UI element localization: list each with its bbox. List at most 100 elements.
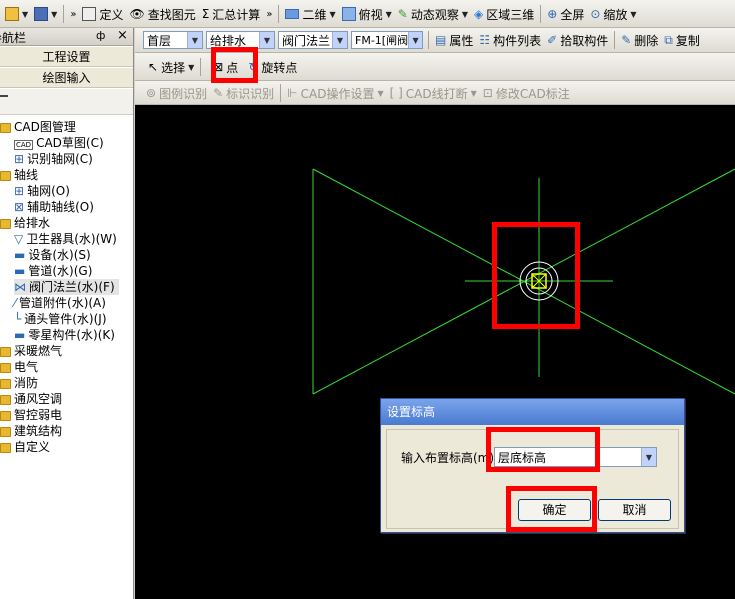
nav-title: 导航栏: [0, 31, 27, 45]
close-icon[interactable]: ×: [117, 28, 128, 43]
point-icon: ⊠: [213, 60, 224, 74]
tree-leaf-cad-sketch[interactable]: CAD CAD草图(C): [14, 135, 104, 151]
nav-header: 导航栏 ф ×: [0, 28, 133, 46]
list-icon: ☷: [479, 33, 491, 47]
tree-leaf-fitting[interactable]: └ 通头管件(水)(J): [14, 311, 107, 327]
tree-toolbar: [0, 89, 133, 115]
mark-icon: ✎: [213, 86, 224, 100]
tree-node-ventilation[interactable]: 通风空调: [0, 391, 62, 407]
tree-node-custom[interactable]: 自定义: [0, 439, 50, 455]
grid-icon: ⊞: [14, 184, 25, 198]
component-type-select[interactable]: 阀门法兰 ▼: [278, 31, 348, 49]
legend-icon: ⊚: [146, 86, 157, 100]
tree-node-axis[interactable]: 轴线: [0, 167, 38, 183]
folder-icon: [0, 394, 11, 405]
cube-icon: [341, 7, 356, 21]
component-select[interactable]: FM-1[闸阀 ▼: [351, 31, 423, 49]
valve-symbol: [519, 261, 559, 301]
project-settings-button[interactable]: 工程设置: [0, 47, 133, 67]
save-button[interactable]: ▼: [31, 3, 60, 25]
dynamic-orbit-dropdown[interactable]: ✎ 动态观察 ▼: [395, 3, 471, 25]
delete-button[interactable]: ✎ 删除: [618, 29, 661, 51]
tree-node-fire[interactable]: 消防: [0, 375, 38, 391]
select-dropdown[interactable]: ↖ 选择 ▼: [145, 56, 197, 78]
rotate-point-button[interactable]: ↻ 旋转点: [245, 56, 300, 78]
floor-select[interactable]: 首层 ▼: [143, 31, 203, 49]
view-2d-icon: [285, 9, 300, 19]
tree-leaf-pipe[interactable]: ▬ 管道(水)(G): [14, 263, 92, 279]
tree-expand-icon[interactable]: [0, 95, 8, 97]
folder-icon: [0, 346, 11, 357]
chevron-down-icon: ▼: [187, 32, 202, 48]
magnifier-icon: ⊙: [590, 7, 601, 21]
modify-cad-mark-button[interactable]: ⊡ 修改CAD标注: [480, 82, 573, 104]
accessory-icon: ⁄: [14, 296, 17, 310]
component-list-button[interactable]: ☷ 构件列表: [476, 29, 544, 51]
pick-component-button[interactable]: ✐ 拾取构件: [544, 29, 611, 51]
region-3d-icon: ◈: [474, 7, 484, 21]
cad-break-dropdown[interactable]: [ ] CAD线打断 ▼: [387, 82, 480, 104]
cad-ops-dropdown[interactable]: ⊩ CAD操作设置 ▼: [284, 82, 386, 104]
elevation-select[interactable]: 层底标高 ▼: [494, 447, 657, 467]
tree-node-structure[interactable]: 建筑结构: [0, 423, 62, 439]
drawing-input-button[interactable]: 绘图输入: [0, 68, 133, 88]
tree-leaf-pipe-accessory[interactable]: ⁄ 管道附件(水)(A): [14, 295, 106, 311]
chevron-down-icon: ▼: [641, 448, 656, 466]
pipe-icon: ▬: [14, 264, 26, 278]
tree-leaf-aux-axis[interactable]: ⊠ 辅助轴线(O): [14, 199, 94, 215]
tree-node-plumbing[interactable]: 给排水: [0, 215, 50, 231]
zoom-dropdown[interactable]: ⊙ 缩放 ▼: [587, 3, 639, 25]
overflow-chevron-2[interactable]: »: [263, 3, 275, 25]
navigation-panel: 导航栏 ф × 工程设置 绘图输入 CAD图管理 CADCAD草图(C) ⊞识别…: [0, 28, 134, 599]
find-element-button[interactable]: 👁 查找图元: [126, 3, 198, 25]
overflow-chevron[interactable]: »: [67, 3, 79, 25]
define-icon: [82, 7, 97, 21]
dialog-body: 输入布置标高(m) 层底标高 ▼ 确定 取消: [386, 429, 679, 529]
binoculars-icon: 👁: [129, 7, 145, 21]
fullscreen-button[interactable]: ⊕ 全屏: [544, 3, 587, 25]
tree-node-electric[interactable]: 电气: [0, 359, 38, 375]
region-3d-button[interactable]: ◈ 区域三维: [471, 3, 537, 25]
point-button[interactable]: ⊠ 点: [210, 56, 241, 78]
tree-leaf-axis-grid[interactable]: ⊞ 轴网(O): [14, 183, 70, 199]
folder-icon: [0, 218, 11, 229]
define-button[interactable]: 定义: [79, 3, 126, 25]
chevron-down-icon: ▼: [259, 32, 274, 48]
save-icon: [34, 7, 49, 21]
modify-icon: ⊡: [482, 86, 493, 100]
mark-recognize-button[interactable]: ✎ 标识识别: [210, 82, 277, 104]
elevation-label: 输入布置标高(m): [401, 451, 495, 465]
top-view-dropdown[interactable]: 俯视 ▼: [339, 3, 395, 25]
copy-button[interactable]: ⧉ 复制: [661, 29, 703, 51]
zoom-extents-icon: ⊕: [547, 7, 558, 21]
tree-node-smart[interactable]: 智控弱电: [0, 407, 62, 423]
aux-axis-icon: ⊠: [14, 200, 25, 214]
cad-icon: CAD: [14, 140, 34, 150]
tree-node-cad[interactable]: CAD图管理: [0, 119, 76, 135]
draw-toolbar: ↖ 选择 ▼ ⊠ 点 ↻ 旋转点: [135, 53, 735, 81]
tree-leaf-equipment[interactable]: ▬ 设备(水)(S): [14, 247, 91, 263]
dialog-title-bar[interactable]: 设置标高: [381, 399, 684, 425]
tree-leaf-misc[interactable]: ▬ 零星构件(水)(K): [14, 327, 115, 343]
tree-leaf-recognize-axis[interactable]: ⊞ 识别轴网(C): [14, 151, 93, 167]
ok-button[interactable]: 确定: [518, 499, 591, 521]
summary-calc-button[interactable]: Σ 汇总计算: [199, 3, 264, 25]
open-button[interactable]: ▼: [2, 3, 31, 25]
folder-icon: [0, 170, 11, 181]
view-2d-dropdown[interactable]: 二维 ▼: [282, 3, 338, 25]
cancel-button[interactable]: 取消: [598, 499, 671, 521]
tree-node-hvac-gas[interactable]: 采暖燃气: [0, 343, 62, 359]
pin-icon[interactable]: ф: [96, 29, 105, 42]
axis-grid-icon: ⊞: [14, 152, 25, 166]
legend-recognize-button[interactable]: ⊚ 图例识别: [143, 82, 210, 104]
folder-icon: [0, 122, 11, 133]
properties-button[interactable]: ▤ 属性: [432, 29, 476, 51]
chevron-down-icon: ▼: [332, 32, 347, 48]
tree-leaf-sanitary[interactable]: ▽ 卫生器具(水)(W): [14, 231, 117, 247]
tree-leaf-valve[interactable]: ⋈ 阀门法兰(水)(F): [14, 279, 119, 295]
set-elevation-dialog: 设置标高 输入布置标高(m) 层底标高 ▼ 确定 取消: [380, 398, 685, 533]
rotate-icon: ↻: [248, 60, 259, 74]
orbit-icon: ✎: [397, 7, 408, 21]
discipline-select[interactable]: 给排水 ▼: [206, 31, 275, 49]
eyedropper-icon: ✐: [547, 33, 558, 47]
